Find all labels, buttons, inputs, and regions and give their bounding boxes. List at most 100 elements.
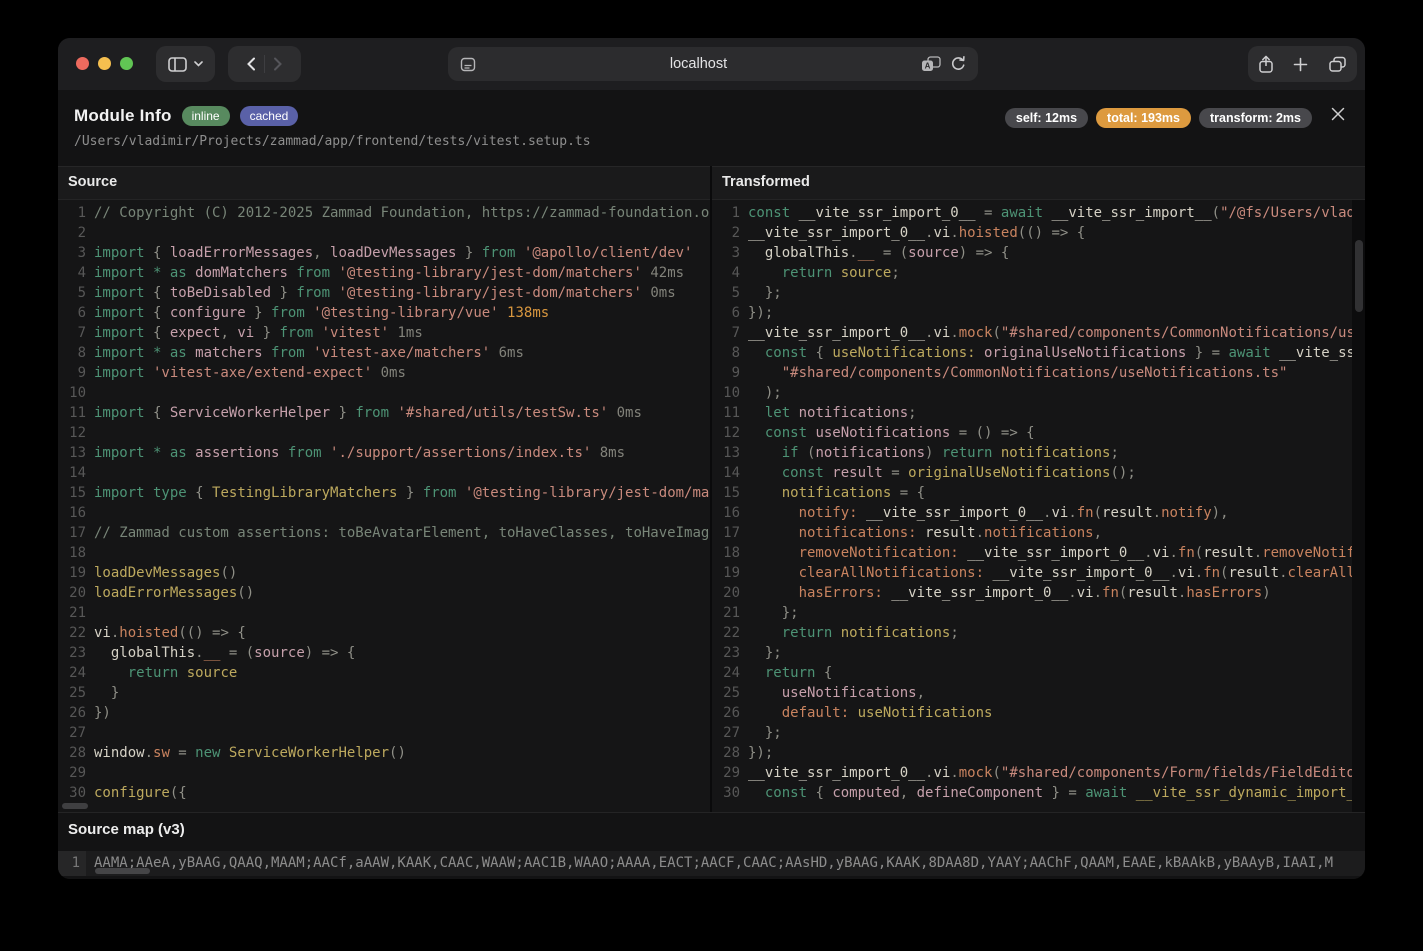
code-line: 29 <box>58 763 710 783</box>
code-line: 20loadErrorMessages() <box>58 583 710 603</box>
line-number: 2 <box>712 223 740 243</box>
code-line: 19loadDevMessages() <box>58 563 710 583</box>
chevron-down-icon <box>194 61 203 67</box>
code-line: 6import { configure } from '@testing-lib… <box>58 303 710 323</box>
line-number: 10 <box>712 383 740 403</box>
code-line: 6}); <box>712 303 1365 323</box>
line-number: 12 <box>58 423 86 443</box>
code-line: 13 if (notifications) return notificatio… <box>712 443 1365 463</box>
transformed-scrollbar-track[interactable] <box>1352 200 1365 812</box>
code-line: 1// Copyright (C) 2012-2025 Zammad Found… <box>58 203 710 223</box>
browser-toolbar: localhost A <box>58 38 1365 90</box>
code-line: 25 useNotifications, <box>712 683 1365 703</box>
inline-badge: inline <box>182 106 230 126</box>
line-number: 5 <box>712 283 740 303</box>
code-line: 24 return source <box>58 663 710 683</box>
line-number: 22 <box>712 623 740 643</box>
source-map-horizontal-scrollbar-thumb[interactable] <box>95 868 150 874</box>
code-line: 7import { expect, vi } from 'vitest' 1ms <box>58 323 710 343</box>
close-button[interactable] <box>1327 103 1349 125</box>
address-bar[interactable]: localhost A <box>448 47 978 81</box>
code-line: 16 notify: __vite_ssr_import_0__.vi.fn(r… <box>712 503 1365 523</box>
page-title: Module Info <box>74 106 172 126</box>
line-number: 11 <box>712 403 740 423</box>
line-number: 21 <box>712 603 740 623</box>
source-horizontal-scrollbar-thumb[interactable] <box>62 803 88 809</box>
source-code-panel[interactable]: 1// Copyright (C) 2012-2025 Zammad Found… <box>58 200 710 812</box>
self-time-badge: self: 12ms <box>1005 108 1088 128</box>
window-zoom-button[interactable] <box>120 57 133 70</box>
line-number: 8 <box>58 343 86 363</box>
code-line: 3import { loadErrorMessages, loadDevMess… <box>58 243 710 263</box>
code-line: 3 globalThis.__ = (source) => { <box>712 243 1365 263</box>
code-line: 17// Zammad custom assertions: toBeAvata… <box>58 523 710 543</box>
transformed-scrollbar-thumb[interactable] <box>1355 240 1363 312</box>
sidebar-toggle-button[interactable] <box>156 46 215 82</box>
line-number: 26 <box>712 703 740 723</box>
transformed-panel-title: Transformed <box>722 174 810 190</box>
svg-text:A: A <box>925 62 931 71</box>
back-button[interactable] <box>246 57 256 71</box>
line-number: 27 <box>58 723 86 743</box>
code-line: 24 return { <box>712 663 1365 683</box>
code-line: 15 notifications = { <box>712 483 1365 503</box>
line-number: 28 <box>712 743 740 763</box>
module-info-header: Module Info inline cached /Users/vladimi… <box>58 90 1365 167</box>
source-map-mapping: AAMA;AAeA,yBAAG,QAAQ,MAAM;AACf,aAAW,KAAK… <box>86 851 1365 876</box>
new-tab-icon[interactable] <box>1293 57 1308 72</box>
line-number: 13 <box>712 443 740 463</box>
source-map-line: 1 AAMA;AAeA,yBAAG,QAAQ,MAAM;AACf,aAAW,KA… <box>58 851 1365 876</box>
forward-button[interactable] <box>273 57 283 71</box>
page-settings-icon[interactable] <box>460 57 476 72</box>
line-number: 1 <box>58 203 86 223</box>
line-number: 23 <box>58 643 86 663</box>
code-area: 1// Copyright (C) 2012-2025 Zammad Found… <box>58 200 1365 812</box>
translate-icon[interactable]: A <box>921 56 941 72</box>
line-number: 14 <box>712 463 740 483</box>
browser-window: localhost A Module Info inline cached <box>58 38 1365 879</box>
code-line: 23 }; <box>712 643 1365 663</box>
line-number: 19 <box>712 563 740 583</box>
code-line: 14 const result = originalUseNotificatio… <box>712 463 1365 483</box>
code-line: 2__vite_ssr_import_0__.vi.hoisted(() => … <box>712 223 1365 243</box>
window-minimize-button[interactable] <box>98 57 111 70</box>
toolbar-action-buttons <box>1248 46 1357 82</box>
source-map-line-number: 1 <box>58 851 86 876</box>
close-icon <box>1331 107 1345 121</box>
line-number: 26 <box>58 703 86 723</box>
line-number: 3 <box>58 243 86 263</box>
share-icon[interactable] <box>1258 55 1274 74</box>
line-number: 27 <box>712 723 740 743</box>
timing-badges: self: 12ms total: 193ms transform: 2ms <box>1005 108 1312 128</box>
code-line: 16 <box>58 503 710 523</box>
code-line: 30 const { computed, defineComponent } =… <box>712 783 1365 803</box>
transformed-code-panel[interactable]: 1const __vite_ssr_import_0__ = await __v… <box>712 200 1365 812</box>
line-number: 19 <box>58 563 86 583</box>
code-line: 25 } <box>58 683 710 703</box>
code-line: 10 ); <box>712 383 1365 403</box>
line-number: 14 <box>58 463 86 483</box>
line-number: 15 <box>58 483 86 503</box>
cached-badge: cached <box>240 106 299 126</box>
code-line: 4 return source; <box>712 263 1365 283</box>
reload-icon[interactable] <box>951 56 966 72</box>
code-line: 29__vite_ssr_import_0__.vi.mock("#shared… <box>712 763 1365 783</box>
window-close-button[interactable] <box>76 57 89 70</box>
window-controls <box>76 57 133 70</box>
code-line: 22 return notifications; <box>712 623 1365 643</box>
line-number: 4 <box>712 263 740 283</box>
line-number: 16 <box>58 503 86 523</box>
line-number: 17 <box>712 523 740 543</box>
code-line: 27 <box>58 723 710 743</box>
line-number: 9 <box>712 363 740 383</box>
source-panel-title: Source <box>68 174 117 190</box>
code-line: 14 <box>58 463 710 483</box>
code-line: 21 <box>58 603 710 623</box>
code-line: 19 clearAllNotifications: __vite_ssr_imp… <box>712 563 1365 583</box>
code-line: 22vi.hoisted(() => { <box>58 623 710 643</box>
line-number: 24 <box>58 663 86 683</box>
tab-overview-icon[interactable] <box>1328 56 1347 73</box>
line-number: 30 <box>712 783 740 803</box>
code-line: 11import { ServiceWorkerHelper } from '#… <box>58 403 710 423</box>
line-number: 10 <box>58 383 86 403</box>
